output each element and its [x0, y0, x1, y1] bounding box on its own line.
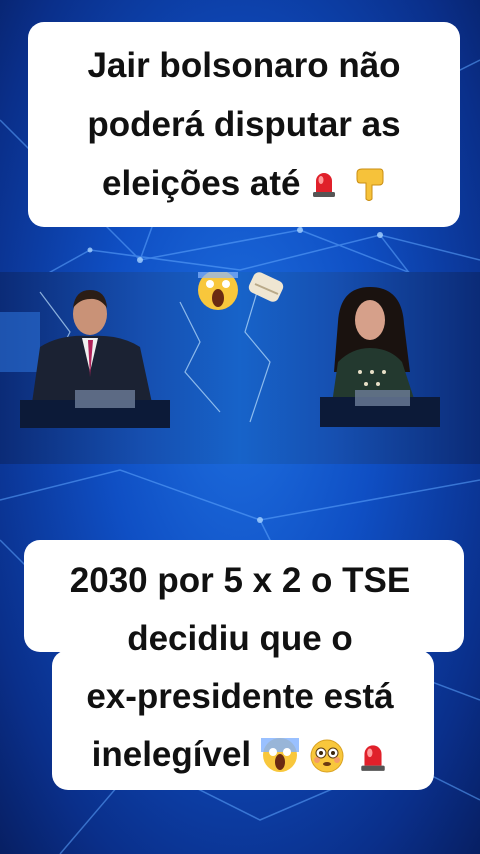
subtitle-line-3: ex-presidente está	[86, 677, 394, 716]
subtitle-line-4: inelegível	[91, 735, 252, 774]
headline-line-3-wrap: eleições até	[28, 154, 460, 213]
subtitle-line-2: decidiu que o	[127, 619, 353, 658]
subtitle-line-4-wrap: inelegível	[0, 726, 480, 784]
headline-line-1: Jair bolsonaro não	[87, 46, 401, 85]
headline-line-2: poderá disputar as	[87, 105, 401, 144]
police-light-icon	[361, 745, 386, 771]
police-light-icon	[313, 173, 336, 197]
scroll-icon	[248, 272, 284, 302]
newsroom-scene	[0, 272, 440, 428]
pointing-down-icon	[356, 168, 384, 201]
screaming-face-icon	[260, 738, 299, 772]
subtitle-text: 2030 por 5 x 2 o TSE decidiu que o ex-pr…	[0, 552, 480, 784]
headline-caption: Jair bolsonaro não poderá disputar as el…	[28, 22, 460, 227]
flushed-face-icon	[310, 739, 344, 773]
subtitle-line-1: 2030 por 5 x 2 o TSE	[69, 561, 411, 600]
headline-line-3: eleições até	[102, 164, 301, 203]
news-video-frame[interactable]	[0, 272, 480, 464]
screaming-face-icon	[198, 272, 238, 310]
